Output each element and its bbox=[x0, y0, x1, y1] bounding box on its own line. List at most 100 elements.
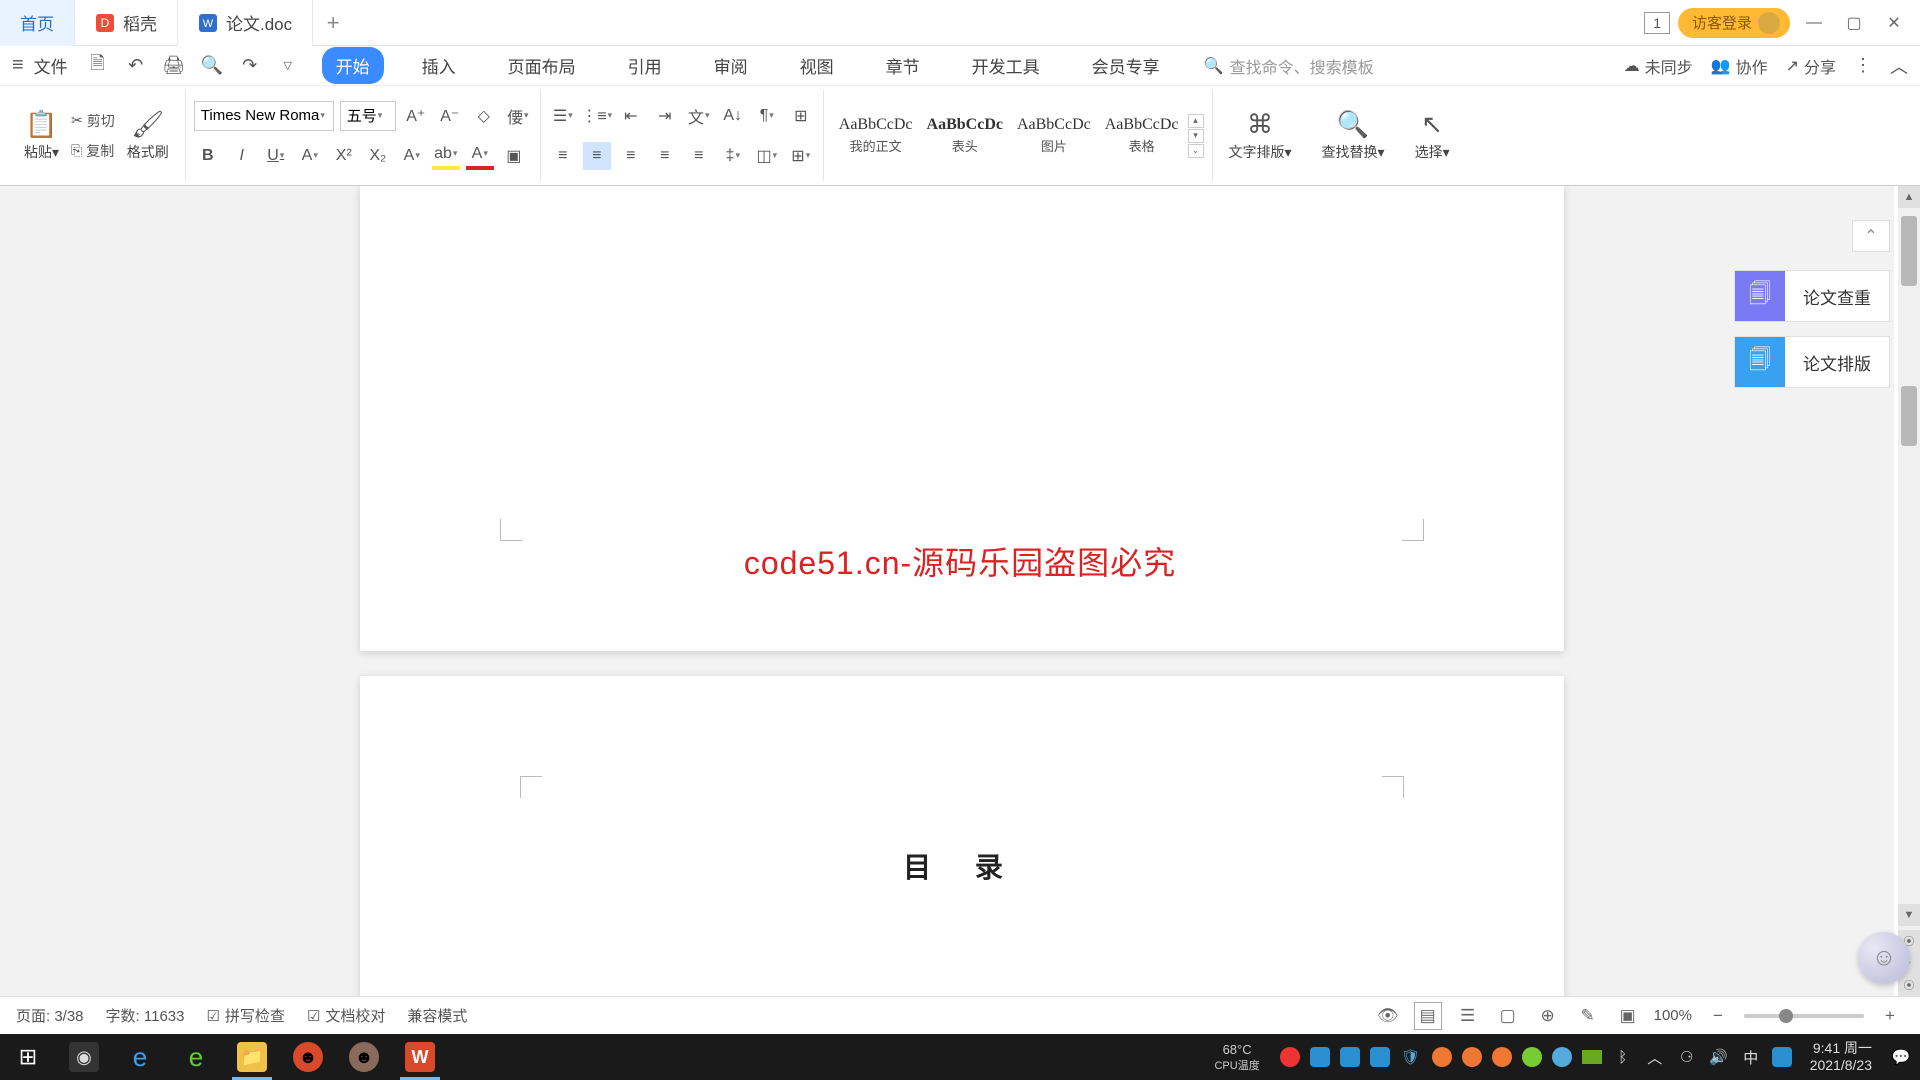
asian-layout-icon[interactable]: 文▾ bbox=[685, 102, 713, 130]
text-layout-button[interactable]: ⌘文字排版▾ bbox=[1221, 109, 1300, 162]
qat-more-icon[interactable]: ▽ bbox=[274, 52, 302, 80]
collab-button[interactable]: 👥协作 bbox=[1711, 54, 1768, 78]
zoom-level[interactable]: 100% bbox=[1654, 1007, 1692, 1024]
bullet-list-icon[interactable]: ☰▾ bbox=[549, 102, 577, 130]
superscript-icon[interactable]: X² bbox=[330, 142, 358, 170]
qat-redo-icon[interactable]: ↷ bbox=[236, 52, 264, 80]
read-layout-icon[interactable]: ▢ bbox=[1494, 1002, 1522, 1030]
spell-check[interactable]: ☑拼写检查 bbox=[206, 1005, 284, 1026]
cpu-temp-widget[interactable]: 68°C CPU温度 bbox=[1214, 1042, 1259, 1073]
doc-proofread[interactable]: ☑文档校对 bbox=[307, 1005, 385, 1026]
tab-document[interactable]: W 论文.doc bbox=[178, 0, 313, 46]
scroll-down-button[interactable]: ▼ bbox=[1898, 904, 1920, 926]
tab-add-button[interactable]: + bbox=[313, 10, 353, 36]
file-menu[interactable]: 文件 bbox=[34, 53, 68, 78]
zoom-fit-icon[interactable]: ▣ bbox=[1614, 1002, 1642, 1030]
align-distribute-icon[interactable]: ≡ bbox=[685, 142, 713, 170]
task-app1[interactable]: ☻ bbox=[280, 1034, 336, 1080]
clear-format-icon[interactable]: ◇ bbox=[470, 102, 498, 130]
decrease-font-icon[interactable]: A⁻ bbox=[436, 102, 464, 130]
menu-tab-insert[interactable]: 插入 bbox=[408, 47, 470, 84]
hamburger-icon[interactable]: ≡ bbox=[12, 54, 24, 77]
subscript-icon[interactable]: X₂ bbox=[364, 142, 392, 170]
ribbon-collapse-icon[interactable]: ︿ bbox=[1890, 53, 1908, 79]
document-page-2[interactable]: 目 录 bbox=[360, 676, 1564, 996]
qat-print-icon[interactable]: 🖨 bbox=[160, 52, 188, 80]
menu-tab-chapter[interactable]: 章节 bbox=[872, 47, 934, 84]
style-scroll-up[interactable]: ▴ bbox=[1188, 114, 1204, 128]
tray-volume-icon[interactable]: 🔊 bbox=[1708, 1046, 1730, 1068]
highlight-icon[interactable]: ab▾ bbox=[432, 142, 460, 170]
style-scroll-down[interactable]: ▾ bbox=[1188, 129, 1204, 143]
find-replace-button[interactable]: 🔍查找替换▾ bbox=[1314, 109, 1393, 162]
task-obs[interactable]: ◉ bbox=[56, 1034, 112, 1080]
assistant-float-button[interactable]: ☺ bbox=[1858, 932, 1910, 984]
tab-home[interactable]: 首页 bbox=[0, 0, 75, 46]
text-effect-icon[interactable]: A▾ bbox=[398, 142, 426, 170]
task-browser[interactable]: e bbox=[168, 1034, 224, 1080]
increase-indent-icon[interactable]: ⇥ bbox=[651, 102, 679, 130]
tray-app10[interactable] bbox=[1772, 1047, 1792, 1067]
notification-badge[interactable]: 1 bbox=[1644, 12, 1670, 34]
style-normal[interactable]: AaBbCcDc我的正文 bbox=[832, 113, 920, 158]
qat-undo-icon[interactable]: ↶ bbox=[122, 52, 150, 80]
document-area[interactable]: 目 录 bbox=[0, 186, 1894, 996]
start-button[interactable]: ⊞ bbox=[0, 1034, 56, 1080]
underline-icon[interactable]: U▾ bbox=[262, 142, 290, 170]
tray-app4[interactable] bbox=[1370, 1047, 1390, 1067]
tray-app1[interactable] bbox=[1280, 1047, 1300, 1067]
close-button[interactable]: ✕ bbox=[1878, 8, 1910, 38]
font-color-icon[interactable]: A▾ bbox=[466, 142, 494, 170]
number-list-icon[interactable]: ⋮≡▾ bbox=[583, 102, 611, 130]
action-center-icon[interactable]: 💬 bbox=[1890, 1046, 1912, 1068]
minimize-button[interactable]: — bbox=[1798, 8, 1830, 38]
tray-ime[interactable]: 中 bbox=[1740, 1046, 1762, 1068]
align-center-icon[interactable]: ≡ bbox=[583, 142, 611, 170]
italic-icon[interactable]: I bbox=[228, 142, 256, 170]
vertical-scrollbar[interactable]: ▲ ▼ ⦿ ◦ ⦿ bbox=[1898, 186, 1920, 996]
char-border-icon[interactable]: ▣ bbox=[500, 142, 528, 170]
style-expand[interactable]: ⌄ bbox=[1188, 144, 1204, 158]
guest-login-button[interactable]: 访客登录 bbox=[1678, 8, 1790, 38]
menu-tab-devtools[interactable]: 开发工具 bbox=[958, 47, 1054, 84]
task-ie[interactable]: e bbox=[112, 1034, 168, 1080]
eye-icon[interactable]: 👁 bbox=[1374, 1002, 1402, 1030]
align-right-icon[interactable]: ≡ bbox=[617, 142, 645, 170]
copy-button[interactable]: ⎘复制 bbox=[67, 138, 119, 164]
shading-icon[interactable]: ◫▾ bbox=[753, 142, 781, 170]
side-collapse-button[interactable]: ⌃ bbox=[1852, 220, 1890, 252]
paper-check-button[interactable]: 🗐 论文查重 bbox=[1734, 270, 1890, 322]
menu-tab-pagelayout[interactable]: 页面布局 bbox=[494, 47, 590, 84]
border-icon[interactable]: ⊞▾ bbox=[787, 142, 815, 170]
task-app2[interactable]: ☻ bbox=[336, 1034, 392, 1080]
tray-bluetooth-icon[interactable]: ᛒ bbox=[1612, 1046, 1634, 1068]
zoom-out-button[interactable]: − bbox=[1704, 1002, 1732, 1030]
tray-app9[interactable] bbox=[1552, 1047, 1572, 1067]
menu-tab-review[interactable]: 审阅 bbox=[700, 47, 762, 84]
word-count[interactable]: 字数: 11633 bbox=[106, 1005, 185, 1026]
share-button[interactable]: ↗分享 bbox=[1786, 54, 1836, 78]
zoom-in-button[interactable]: + bbox=[1876, 1002, 1904, 1030]
tray-app8[interactable] bbox=[1522, 1047, 1542, 1067]
tab-daoke[interactable]: D 稻壳 bbox=[75, 0, 178, 46]
style-image[interactable]: AaBbCcDc图片 bbox=[1010, 113, 1098, 158]
increase-font-icon[interactable]: A⁺ bbox=[402, 102, 430, 130]
decrease-indent-icon[interactable]: ⇤ bbox=[617, 102, 645, 130]
tray-app2[interactable] bbox=[1310, 1047, 1330, 1067]
cut-button[interactable]: ✂剪切 bbox=[67, 108, 119, 134]
format-painter-button[interactable]: 🖌 格式刷 bbox=[119, 109, 177, 162]
show-marks-icon[interactable]: ¶▾ bbox=[753, 102, 781, 130]
menu-tab-reference[interactable]: 引用 bbox=[614, 47, 676, 84]
paste-button[interactable]: 📋 粘贴▾ bbox=[16, 109, 67, 162]
paper-layout-button[interactable]: 🗐 论文排版 bbox=[1734, 336, 1890, 388]
menu-tab-member[interactable]: 会员专享 bbox=[1078, 47, 1174, 84]
phonetic-icon[interactable]: 偠▾ bbox=[504, 102, 532, 130]
task-wps[interactable]: W bbox=[392, 1034, 448, 1080]
sort-icon[interactable]: A↓ bbox=[719, 102, 747, 130]
scroll-thumb-2[interactable] bbox=[1901, 386, 1917, 446]
menu-tab-view[interactable]: 视图 bbox=[786, 47, 848, 84]
sync-status[interactable]: ☁未同步 bbox=[1624, 54, 1693, 78]
web-layout-icon[interactable]: ⊕ bbox=[1534, 1002, 1562, 1030]
qat-new-icon[interactable]: 🗎 bbox=[84, 52, 112, 80]
align-left-icon[interactable]: ≡ bbox=[549, 142, 577, 170]
